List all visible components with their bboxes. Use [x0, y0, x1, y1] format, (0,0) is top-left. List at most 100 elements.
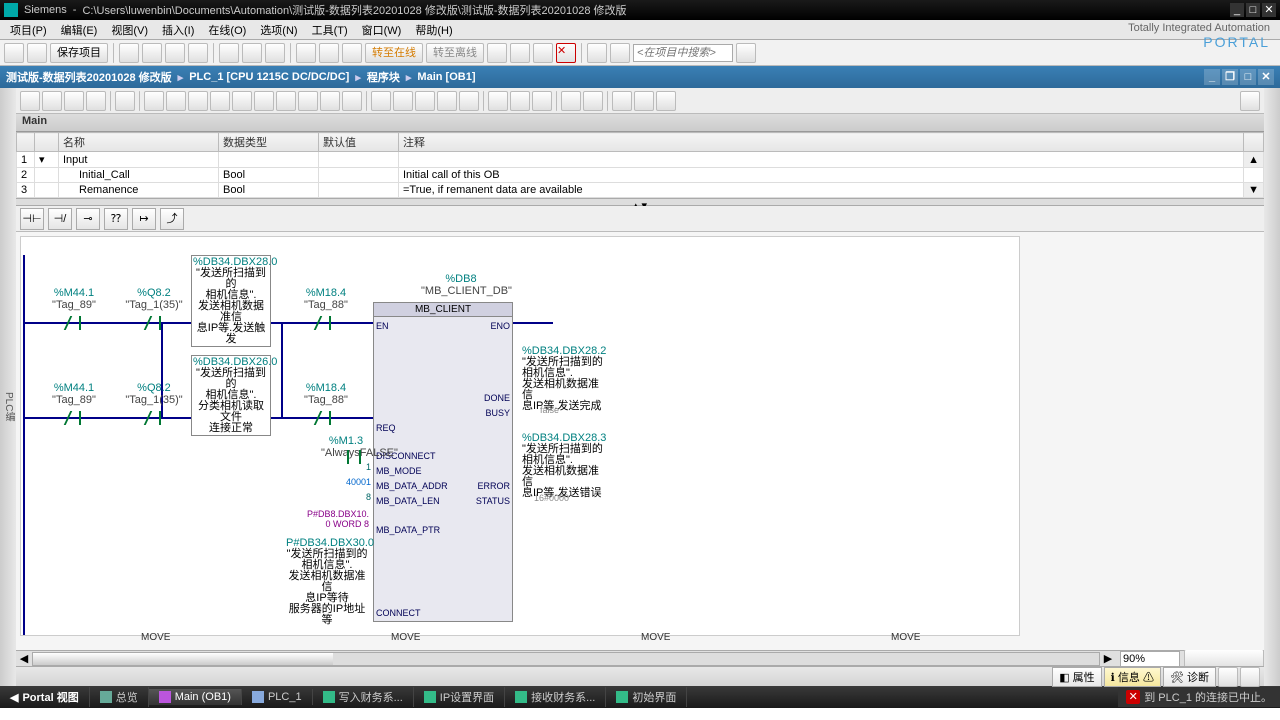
- upload-icon[interactable]: [319, 43, 339, 63]
- menu-help[interactable]: 帮助(H): [409, 20, 458, 40]
- scroll-left-icon[interactable]: ◀: [16, 652, 32, 665]
- editor-close-icon[interactable]: ✕: [1258, 69, 1274, 85]
- stop-icon[interactable]: ✕: [556, 43, 576, 63]
- search-icon[interactable]: [736, 43, 756, 63]
- etb-16[interactable]: [371, 91, 391, 111]
- etb-7[interactable]: [166, 91, 186, 111]
- lad-jump[interactable]: ⤴: [160, 208, 184, 230]
- table-row[interactable]: 1▾ Input▲: [17, 152, 1264, 168]
- inspector-expand-icon[interactable]: [1240, 667, 1260, 687]
- tab-diagnostics[interactable]: 🛠 诊断: [1163, 667, 1216, 687]
- minimize-icon[interactable]: _: [1230, 3, 1244, 17]
- tb-write[interactable]: 写入财务系...: [313, 687, 414, 707]
- etb-13[interactable]: [298, 91, 318, 111]
- editor-max-icon[interactable]: □: [1240, 69, 1256, 85]
- splitter-handle[interactable]: ▴ ▾: [16, 198, 1264, 206]
- breadcrumb-blocks[interactable]: 程序块: [367, 69, 400, 85]
- download-icon[interactable]: [265, 43, 285, 63]
- lad-nc-contact[interactable]: ⊣/⊢: [48, 208, 72, 230]
- etb-expand[interactable]: [1240, 91, 1260, 111]
- compile-icon[interactable]: [296, 43, 316, 63]
- etb-23[interactable]: [532, 91, 552, 111]
- network-area[interactable]: %M44.1"Tag_89" %Q8.2"Tag_1(35)" %DB34.DB…: [16, 232, 1264, 650]
- etb-15[interactable]: [342, 91, 362, 111]
- etb-20[interactable]: [459, 91, 479, 111]
- etb-4[interactable]: [86, 91, 106, 111]
- lad-branch[interactable]: ↦: [132, 208, 156, 230]
- etb-26[interactable]: [612, 91, 632, 111]
- etb-11[interactable]: [254, 91, 274, 111]
- col-comment[interactable]: 注释: [399, 133, 1244, 152]
- table-row[interactable]: 3 Remanence Bool =True, if remanent data…: [17, 183, 1264, 198]
- save-button[interactable]: 保存项目: [50, 43, 108, 63]
- etb-6[interactable]: [144, 91, 164, 111]
- copy-icon[interactable]: [142, 43, 162, 63]
- menu-edit[interactable]: 编辑(E): [55, 20, 104, 40]
- tb-main-ob1[interactable]: Main (OB1): [149, 689, 242, 705]
- right-panel-handle[interactable]: [1264, 88, 1280, 686]
- table-row[interactable]: 2 Initial_Call Bool Initial call of this…: [17, 168, 1264, 183]
- tb-plc1[interactable]: PLC_1: [242, 689, 313, 705]
- search-input[interactable]: [633, 44, 733, 62]
- new-icon[interactable]: [4, 43, 24, 63]
- etb-24[interactable]: [561, 91, 581, 111]
- editor-minimize-icon[interactable]: _: [1204, 69, 1220, 85]
- ladder-canvas[interactable]: %M44.1"Tag_89" %Q8.2"Tag_1(35)" %DB34.DB…: [20, 236, 1020, 636]
- delete-icon[interactable]: [188, 43, 208, 63]
- simulator-icon[interactable]: [487, 43, 507, 63]
- split2-icon[interactable]: [610, 43, 630, 63]
- menu-tools[interactable]: 工具(T): [306, 20, 354, 40]
- etb-27[interactable]: [634, 91, 654, 111]
- breadcrumb-plc[interactable]: PLC_1 [CPU 1215C DC/DC/DC]: [189, 71, 349, 83]
- etb-9[interactable]: [210, 91, 230, 111]
- left-panel-handle[interactable]: PLC编: [0, 88, 16, 686]
- go-online-button[interactable]: 转至在线: [365, 43, 423, 63]
- portal-view-button[interactable]: ◀ Portal 视图: [0, 687, 90, 707]
- menu-project[interactable]: 项目(P): [4, 20, 53, 40]
- runtime-icon[interactable]: [533, 43, 553, 63]
- scrollbar[interactable]: [32, 652, 1100, 666]
- etb-17[interactable]: [393, 91, 413, 111]
- menu-insert[interactable]: 插入(I): [156, 20, 200, 40]
- tb-init[interactable]: 初始界面: [606, 687, 687, 707]
- etb-8[interactable]: [188, 91, 208, 111]
- etb-2[interactable]: [42, 91, 62, 111]
- tb-recv[interactable]: 接收财务系...: [505, 687, 606, 707]
- lad-box[interactable]: ⁇: [104, 208, 128, 230]
- menu-window[interactable]: 窗口(W): [356, 20, 408, 40]
- etb-10[interactable]: [232, 91, 252, 111]
- cut-icon[interactable]: [119, 43, 139, 63]
- inspector-collapse-icon[interactable]: [1218, 667, 1238, 687]
- close-icon[interactable]: ✕: [1262, 3, 1276, 17]
- split1-icon[interactable]: [587, 43, 607, 63]
- etb-3[interactable]: [64, 91, 84, 111]
- etb-14[interactable]: [320, 91, 340, 111]
- etb-5[interactable]: [115, 91, 135, 111]
- lad-coil[interactable]: ⊸: [76, 208, 100, 230]
- breadcrumb-root[interactable]: 测试版-数据列表20201028 修改版: [6, 69, 172, 85]
- mb-client-block[interactable]: MB_CLIENT EN ENO REQ DONE BUSY DISCONNEC…: [373, 302, 513, 622]
- menu-online[interactable]: 在线(O): [202, 20, 252, 40]
- download2-icon[interactable]: [342, 43, 362, 63]
- etb-12[interactable]: [276, 91, 296, 111]
- tab-info[interactable]: ℹ 信息 ⚠: [1104, 667, 1161, 687]
- col-default[interactable]: 默认值: [319, 133, 399, 152]
- paste-icon[interactable]: [165, 43, 185, 63]
- etb-25[interactable]: [583, 91, 603, 111]
- redo-icon[interactable]: [242, 43, 262, 63]
- etb-22[interactable]: [510, 91, 530, 111]
- editor-restore-icon[interactable]: ❐: [1222, 69, 1238, 85]
- etb-1[interactable]: [20, 91, 40, 111]
- zoom-select[interactable]: [1120, 651, 1180, 667]
- tb-ip[interactable]: IP设置界面: [414, 687, 505, 707]
- etb-18[interactable]: [415, 91, 435, 111]
- etb-21[interactable]: [488, 91, 508, 111]
- maximize-icon[interactable]: □: [1246, 3, 1260, 17]
- menu-options[interactable]: 选项(N): [254, 20, 303, 40]
- scroll-right-icon[interactable]: ▶: [1100, 652, 1116, 665]
- accessible-icon[interactable]: [510, 43, 530, 63]
- undo-icon[interactable]: [219, 43, 239, 63]
- etb-28[interactable]: [656, 91, 676, 111]
- menu-view[interactable]: 视图(V): [105, 20, 154, 40]
- go-offline-button[interactable]: 转至离线: [426, 43, 484, 63]
